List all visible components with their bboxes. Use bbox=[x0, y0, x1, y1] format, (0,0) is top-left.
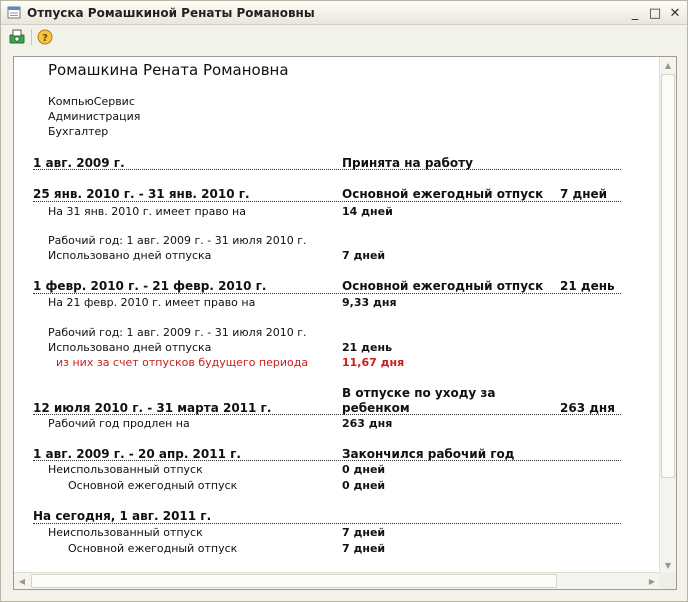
window-title: Отпуска Ромашкиной Ренаты Романовны bbox=[27, 6, 315, 20]
report-content: Ромашкина Рената Романовна КомпьюСервис … bbox=[14, 57, 660, 573]
entitled-label: На 21 февр. 2010 г. имеет право на bbox=[48, 296, 256, 309]
row-date: 25 янв. 2010 г. - 31 янв. 2010 г. bbox=[33, 187, 250, 201]
entitled-value: 9,33 дня bbox=[342, 296, 397, 309]
position: Бухгалтер bbox=[48, 125, 109, 138]
close-button[interactable]: ✕ bbox=[668, 5, 682, 21]
used-value: 21 день bbox=[342, 341, 393, 354]
extended-label: Рабочий год продлен на bbox=[48, 417, 190, 430]
help-icon: ? bbox=[37, 29, 53, 45]
row-date: На сегодня, 1 авг. 2011 г. bbox=[33, 509, 212, 523]
scroll-up-icon[interactable]: ▲ bbox=[660, 57, 676, 73]
row-divider bbox=[33, 460, 621, 461]
close-icon: ✕ bbox=[669, 5, 681, 21]
scroll-corner bbox=[659, 572, 676, 589]
row-duration: 21 день bbox=[560, 279, 615, 293]
report-document[interactable]: Ромашкина Рената Романовна КомпьюСервис … bbox=[13, 56, 677, 590]
toolbar-separator bbox=[31, 29, 32, 45]
row-event-line1: В отпуске по уходу за bbox=[342, 386, 496, 400]
unused-value: 7 дней bbox=[342, 526, 386, 539]
used-value: 7 дней bbox=[342, 249, 386, 262]
row-divider bbox=[33, 523, 621, 524]
title-bar[interactable]: Отпуска Ромашкиной Ренаты Романовны _ □ … bbox=[1, 1, 687, 25]
employee-name: Ромашкина Рената Романовна bbox=[48, 61, 289, 79]
row-duration: 7 дней bbox=[560, 187, 608, 201]
scroll-left-icon[interactable]: ◀ bbox=[14, 573, 30, 589]
department: Администрация bbox=[48, 110, 141, 123]
row-divider bbox=[33, 293, 621, 294]
row-divider bbox=[33, 201, 621, 202]
maximize-button[interactable]: □ bbox=[648, 5, 662, 21]
used-label: Использовано дней отпуска bbox=[48, 341, 212, 354]
horizontal-scroll-thumb[interactable] bbox=[31, 574, 557, 588]
work-year: Рабочий год: 1 авг. 2009 г. - 31 июля 20… bbox=[48, 234, 307, 247]
help-button[interactable]: ? bbox=[35, 27, 55, 47]
work-year: Рабочий год: 1 авг. 2009 г. - 31 июля 20… bbox=[48, 326, 307, 339]
vertical-scrollbar[interactable]: ▲ ▼ bbox=[659, 57, 676, 573]
future-period-label: из них за счет отпусков будущего периода bbox=[56, 356, 309, 369]
organization: КомпьюСервис bbox=[48, 95, 135, 108]
used-label: Использовано дней отпуска bbox=[48, 249, 212, 262]
main-leave-value: 0 дней bbox=[342, 479, 386, 492]
minimize-button[interactable]: _ bbox=[628, 5, 642, 21]
row-divider bbox=[33, 414, 621, 415]
toolbar: ? bbox=[1, 25, 687, 49]
main-leave-label: Основной ежегодный отпуск bbox=[68, 479, 238, 492]
print-button[interactable] bbox=[7, 27, 27, 47]
row-divider bbox=[33, 169, 621, 170]
row-event: Основной ежегодный отпуск bbox=[342, 279, 544, 293]
entitled-label: На 31 янв. 2010 г. имеет право на bbox=[48, 205, 246, 218]
main-leave-value: 7 дней bbox=[342, 542, 386, 555]
vertical-scroll-thumb[interactable] bbox=[661, 74, 675, 478]
scroll-right-icon[interactable]: ▶ bbox=[644, 573, 660, 589]
row-date: 1 февр. 2010 г. - 21 февр. 2010 г. bbox=[33, 279, 267, 293]
extended-value: 263 дня bbox=[342, 417, 393, 430]
future-period-value: 11,67 дня bbox=[342, 356, 405, 369]
unused-value: 0 дней bbox=[342, 463, 386, 476]
horizontal-scrollbar[interactable]: ◀ ▶ bbox=[14, 572, 660, 589]
document-icon bbox=[7, 6, 21, 19]
unused-label: Неиспользованный отпуск bbox=[48, 463, 203, 476]
unused-label: Неиспользованный отпуск bbox=[48, 526, 203, 539]
main-leave-label: Основной ежегодный отпуск bbox=[68, 542, 238, 555]
maximize-icon: □ bbox=[648, 5, 662, 21]
scroll-down-icon[interactable]: ▼ bbox=[660, 557, 676, 573]
print-icon bbox=[9, 29, 25, 44]
report-window: Отпуска Ромашкиной Ренаты Романовны _ □ … bbox=[0, 0, 688, 602]
minimize-icon: _ bbox=[631, 5, 639, 21]
row-event: Основной ежегодный отпуск bbox=[342, 187, 544, 201]
svg-text:?: ? bbox=[42, 33, 48, 44]
entitled-value: 14 дней bbox=[342, 205, 393, 218]
